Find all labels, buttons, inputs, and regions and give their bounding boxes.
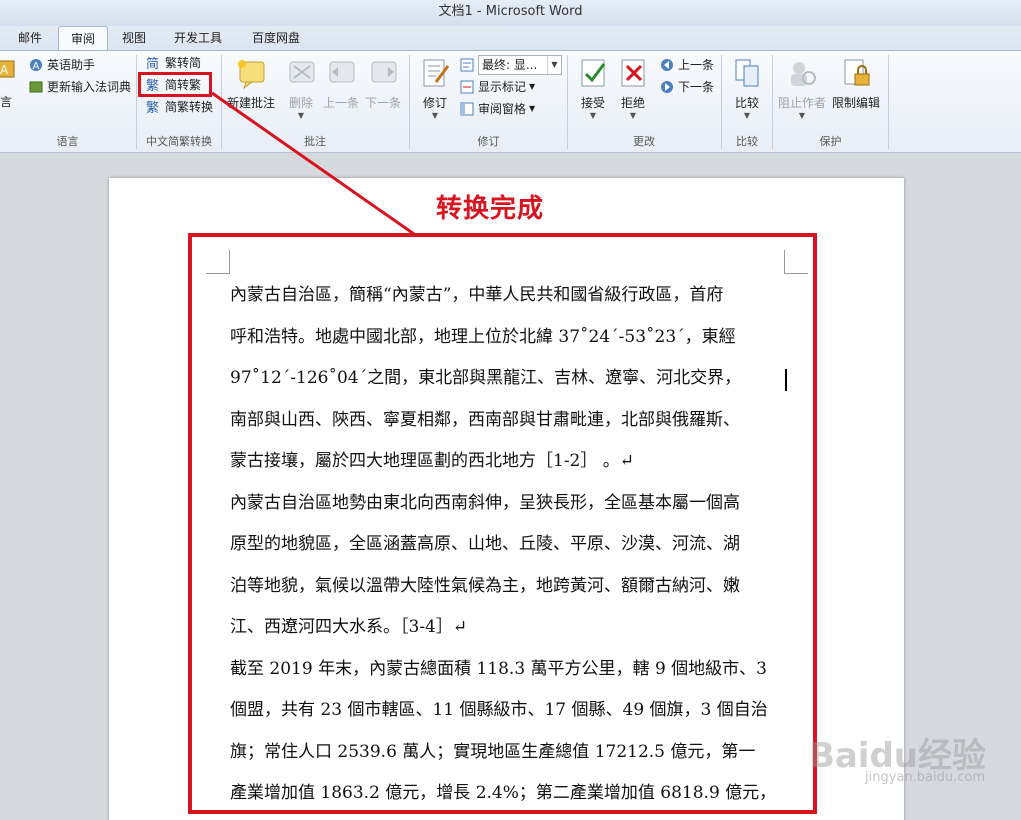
text-line: 個盟，共有 23 個市轄區、11 個縣級市、17 個縣、49 個旗，3 個自治 (230, 700, 768, 720)
text-line: 旗；常住人口 2539.6 萬人；實現地區生產總值 17212.5 億元，第一 (230, 741, 756, 762)
text-line: 江、西遼河四大水系。［3-4］↵ (230, 617, 468, 637)
margin-corner-mark (206, 250, 230, 274)
text-line: 內蒙古自治區地勢由東北向西南斜伸，呈狹長形，全區基本屬一個高 (230, 492, 740, 513)
text-line: 南部與山西、陝西、寧夏相鄰，西南部與甘肅毗連，北部與俄羅斯、 (230, 409, 740, 430)
text-cursor (785, 369, 787, 391)
text-line: 呼和浩特。地處中國北部，地理上位於北緯 37˚24´-53˚23´，東經 (230, 326, 736, 347)
annotation-label: 转换完成 (436, 194, 545, 224)
text-line: 97˚12´-126˚04´之間，東北部與黑龍江、吉林、遼寧、河北交界， (230, 368, 742, 388)
document-body[interactable]: 內蒙古自治區，簡稱“內蒙古”，中華人民共和國省級行政區，首府 呼和浩特。地處中國… (230, 275, 790, 815)
text-line: 蒙古接壤，屬於四大地理區劃的西北地方［1-2］ 。↵ (230, 451, 635, 471)
text-line: 內蒙古自治區，簡稱“內蒙古”，中華人民共和國省級行政區，首府 (230, 285, 724, 305)
text-line: 泊等地貌，氣候以溫帶大陸性氣候為主，地跨黃河、額爾古納河、嫩 (230, 575, 740, 596)
watermark-url: jingyan.baidu.com (865, 770, 985, 785)
text-line: 產業增加值 1863.2 億元，增長 2.4%；第二產業增加值 6818.9 億… (230, 783, 777, 803)
margin-corner-mark (784, 250, 808, 274)
text-line: 截至 2019 年末，內蒙古總面積 118.3 萬平方公里，轄 9 個地級市、3 (230, 658, 767, 679)
text-line: 原型的地貌區，全區涵蓋高原、山地、丘陵、平原、沙漠、河流、湖 (230, 534, 740, 554)
